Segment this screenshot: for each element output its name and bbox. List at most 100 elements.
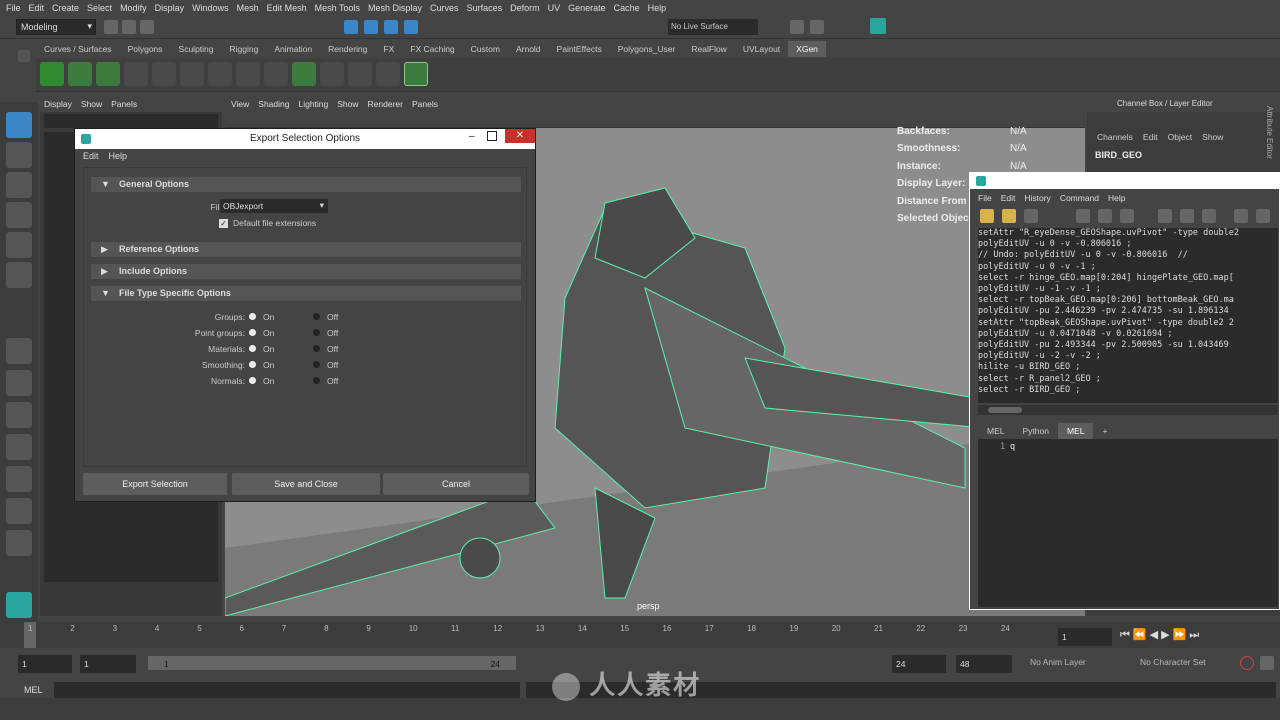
reference-options-header[interactable]: ▶ Reference Options bbox=[91, 242, 521, 257]
mode-selector[interactable]: Modeling bbox=[16, 19, 96, 35]
tab-rendering[interactable]: Rendering bbox=[320, 41, 375, 57]
tab-arnold[interactable]: Arnold bbox=[508, 41, 549, 57]
default-ext-checkbox[interactable]: ✓ bbox=[219, 219, 228, 228]
new-scene-icon[interactable] bbox=[104, 20, 118, 34]
tab-custom[interactable]: Custom bbox=[463, 41, 508, 57]
shelf-settings-icon[interactable] bbox=[18, 50, 30, 62]
tab-rigging[interactable]: Rigging bbox=[222, 41, 267, 57]
open-scene-icon[interactable] bbox=[122, 20, 136, 34]
source-script-icon[interactable] bbox=[1002, 209, 1016, 223]
xgen-create-icon[interactable] bbox=[96, 62, 120, 86]
layout-graph-icon[interactable] bbox=[6, 466, 32, 492]
show-history-icon[interactable] bbox=[1158, 209, 1172, 223]
layout-extra-icon[interactable] bbox=[6, 530, 32, 556]
layout-custom-icon[interactable] bbox=[6, 498, 32, 524]
menu-modify[interactable]: Modify bbox=[120, 3, 147, 13]
save-and-close-button[interactable]: Save and Close bbox=[232, 473, 380, 495]
tab-animation[interactable]: Animation bbox=[266, 41, 320, 57]
radio-on[interactable] bbox=[249, 329, 256, 336]
live-surface-field[interactable]: No Live Surface bbox=[668, 19, 758, 35]
xgen-sculpt-icon[interactable] bbox=[180, 62, 204, 86]
show-input-icon[interactable] bbox=[1180, 209, 1194, 223]
radio-off[interactable] bbox=[313, 377, 320, 384]
layout-single-icon[interactable] bbox=[6, 338, 32, 364]
minimize-icon[interactable]: – bbox=[469, 131, 479, 142]
command-input[interactable] bbox=[54, 682, 520, 698]
layout-two-icon[interactable] bbox=[6, 402, 32, 428]
menu-deform[interactable]: Deform bbox=[510, 3, 540, 13]
file-type-dropdown[interactable]: OBJexport ▾ bbox=[220, 199, 328, 213]
command-language-label[interactable]: MEL bbox=[24, 685, 43, 695]
xgen-add-guide-icon[interactable] bbox=[152, 62, 176, 86]
menu-edit[interactable]: Edit bbox=[29, 3, 45, 13]
menu-select[interactable]: Select bbox=[87, 3, 112, 13]
xgen-preview-icon[interactable] bbox=[68, 62, 92, 86]
step-back-key-icon[interactable]: ⏪ bbox=[1133, 629, 1150, 641]
script-menu-command[interactable]: Command bbox=[1060, 193, 1099, 203]
go-start-icon[interactable]: ⏮ bbox=[1120, 629, 1133, 641]
tab-polygons-user[interactable]: Polygons_User bbox=[610, 41, 684, 57]
viewport-menu-renderer[interactable]: Renderer bbox=[368, 99, 403, 109]
open-script-icon[interactable] bbox=[980, 209, 994, 223]
outliner-search[interactable] bbox=[44, 114, 218, 128]
character-set-dropdown[interactable]: No Character Set bbox=[1140, 657, 1236, 671]
menu-uv[interactable]: UV bbox=[548, 3, 561, 13]
menu-create[interactable]: Create bbox=[52, 3, 79, 13]
tab-uvlayout[interactable]: UVLayout bbox=[735, 41, 788, 57]
menu-display[interactable]: Display bbox=[155, 3, 185, 13]
move-tool-icon[interactable] bbox=[6, 202, 32, 228]
maximize-icon[interactable] bbox=[487, 131, 497, 141]
menu-help[interactable]: Help bbox=[648, 3, 667, 13]
tab-realflow[interactable]: RealFlow bbox=[683, 41, 734, 57]
tab-painteffects[interactable]: PaintEffects bbox=[549, 41, 610, 57]
save-scene-icon[interactable] bbox=[140, 20, 154, 34]
viewport-menu-view[interactable]: View bbox=[231, 99, 249, 109]
outliner-menu-show[interactable]: Show bbox=[81, 99, 102, 109]
radio-on[interactable] bbox=[249, 313, 256, 320]
channelbox-menu-show[interactable]: Show bbox=[1202, 132, 1223, 142]
export-selection-button[interactable]: Export Selection bbox=[83, 473, 227, 495]
radio-off[interactable] bbox=[313, 313, 320, 320]
menu-mesh[interactable]: Mesh bbox=[237, 3, 259, 13]
script-menu-edit[interactable]: Edit bbox=[1001, 193, 1016, 203]
tab-polygons[interactable]: Polygons bbox=[120, 41, 171, 57]
tab-xgen[interactable]: XGen bbox=[788, 41, 826, 57]
current-frame-field[interactable]: 1 bbox=[1058, 628, 1112, 646]
xgen-icon[interactable] bbox=[40, 62, 64, 86]
menu-generate[interactable]: Generate bbox=[568, 3, 606, 13]
clear-input-icon[interactable] bbox=[1098, 209, 1112, 223]
hypershade-icon[interactable] bbox=[870, 18, 886, 34]
history-scrollbar[interactable] bbox=[978, 405, 1278, 415]
viewport-menu-panels[interactable]: Panels bbox=[412, 99, 438, 109]
menu-mesh-tools[interactable]: Mesh Tools bbox=[315, 3, 360, 13]
clear-history-icon[interactable] bbox=[1076, 209, 1090, 223]
channelbox-menu-object[interactable]: Object bbox=[1168, 132, 1193, 142]
select-tool-icon[interactable] bbox=[6, 112, 32, 138]
layout-four-icon[interactable] bbox=[6, 370, 32, 396]
rotate-tool-icon[interactable] bbox=[6, 232, 32, 258]
auto-key-icon[interactable] bbox=[1240, 656, 1254, 670]
snap-plane-icon[interactable] bbox=[404, 20, 418, 34]
channelbox-menu-edit[interactable]: Edit bbox=[1143, 132, 1158, 142]
play-icon[interactable]: ▶ bbox=[1161, 629, 1172, 641]
step-back-icon[interactable]: ◀ bbox=[1150, 629, 1161, 641]
xgen-length-icon[interactable] bbox=[348, 62, 372, 86]
echo-commands-icon[interactable] bbox=[1234, 209, 1248, 223]
playback-start-field[interactable]: 1 bbox=[80, 655, 136, 673]
menu-curves[interactable]: Curves bbox=[430, 3, 459, 13]
radio-on[interactable] bbox=[249, 345, 256, 352]
start-time-field[interactable]: 1 bbox=[18, 655, 72, 673]
channelbox-menu-channels[interactable]: Channels bbox=[1097, 132, 1133, 142]
attribute-editor-tab[interactable]: Attribute Editor bbox=[1265, 106, 1274, 159]
menu-edit-mesh[interactable]: Edit Mesh bbox=[267, 3, 307, 13]
xgen-smooth-icon[interactable] bbox=[376, 62, 400, 86]
clear-all-icon[interactable] bbox=[1120, 209, 1134, 223]
paint-select-icon[interactable] bbox=[6, 172, 32, 198]
dialog-menu-help[interactable]: Help bbox=[109, 151, 128, 161]
script-tab-python[interactable]: Python bbox=[1013, 423, 1057, 439]
script-history[interactable]: setAttr "R_eyeDense_GEOShape.uvPivot" -t… bbox=[978, 228, 1278, 403]
viewport-menu-lighting[interactable]: Lighting bbox=[298, 99, 328, 109]
script-tab-add[interactable]: + bbox=[1093, 423, 1116, 439]
xgen-cut-icon[interactable] bbox=[292, 62, 316, 86]
save-script-icon[interactable] bbox=[1024, 209, 1038, 223]
